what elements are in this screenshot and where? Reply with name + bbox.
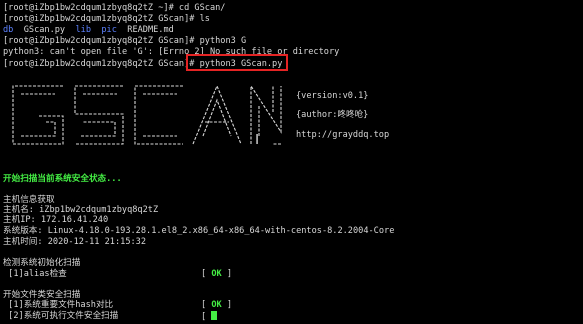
cmd-line-ls: [root@iZbp1bw2cdqum1zbyq8q2tZ GScan]# ls <box>3 14 210 24</box>
ls-file-readme: README.md <box>127 25 174 35</box>
cmd-line-cd: [root@iZbp1bw2cdqum1zbyq8q2tZ ~]# cd GSc… <box>3 3 226 13</box>
alias-check-status: [ OK ] <box>201 269 233 279</box>
command-highlight-box <box>186 54 288 71</box>
banner-version: {version:v0.1} <box>296 91 369 101</box>
alias-check-item: [1]alias检查 <box>3 269 67 279</box>
file-hash-status: [ OK ] <box>201 300 233 310</box>
init-scan-header: 检测系统初始化扫描 <box>3 258 81 268</box>
gscan-ascii-logo <box>12 84 282 145</box>
prompt: [root@iZbp1bw2cdqum1zbyq8q2tZ GScan]# <box>3 59 200 69</box>
ls-output: db GScan.py lib pic README.md <box>3 25 174 35</box>
ls-dir-db: db <box>3 25 14 35</box>
host-time: 主机时间: 2020-12-11 21:15:32 <box>3 237 147 247</box>
executable-scan-item: [2]系统可执行文件安全扫描 <box>3 311 119 321</box>
ls-dir-pic: pic <box>101 25 117 35</box>
executable-scan-status: [ <box>201 311 218 322</box>
host-info-header: 主机信息获取 <box>3 195 55 205</box>
file-scan-header: 开始文件类安全扫描 <box>3 290 81 300</box>
text-cursor-ibeam-icon: Ⅰ <box>255 132 260 148</box>
ok-label: OK <box>211 269 222 279</box>
banner-author: {author:咚咚呛} <box>296 110 369 120</box>
ls-file-gscan: GScan.py <box>23 25 66 35</box>
host-os-version: 系统版本: Linux-4.18.0-193.28.1.el8_2.x86_64… <box>3 226 395 236</box>
host-name: 主机名: iZbp1bw2cdqum1zbyq8q2tZ <box>3 205 159 215</box>
error-line: python3: can't open file 'G': [Errno 2] … <box>3 47 340 57</box>
host-ip: 主机IP: 172.16.41.240 <box>3 215 109 225</box>
cmd-line-python-g: [root@iZbp1bw2cdqum1zbyq8q2tZ GScan]# py… <box>3 36 247 46</box>
banner-url: http://grayddq.top <box>296 130 390 140</box>
terminal-window[interactable]: [root@iZbp1bw2cdqum1zbyq8q2tZ ~]# cd GSc… <box>3 2 581 324</box>
ok-label: OK <box>211 300 222 310</box>
scan-start-message: 开始扫描当前系统安全状态... <box>3 174 122 184</box>
ls-dir-lib: lib <box>75 25 92 35</box>
file-hash-item: [1]系统重要文件hash对比 <box>3 300 114 310</box>
terminal-cursor <box>211 311 218 320</box>
